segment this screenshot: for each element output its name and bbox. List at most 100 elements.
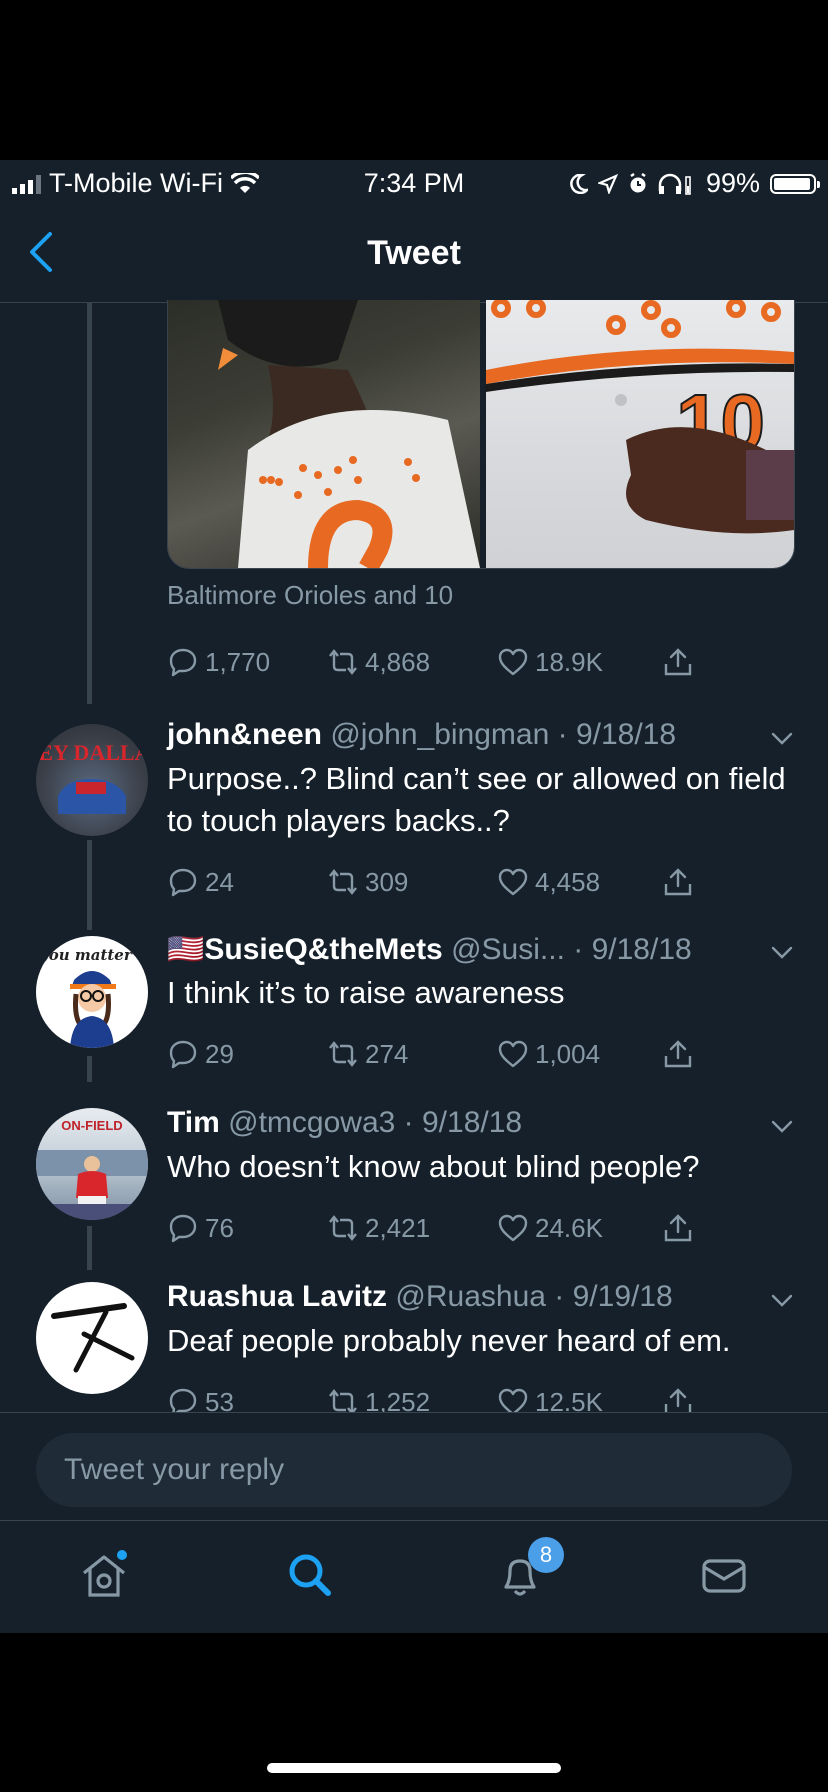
player-back-illustration (218, 300, 480, 568)
retweet-count: 309 (365, 866, 409, 897)
avatar[interactable]: ON-FIELD (36, 1108, 148, 1220)
thread-line (87, 1226, 92, 1270)
avatar[interactable] (36, 1282, 148, 1394)
retweet-button[interactable]: 2,421 (327, 1212, 430, 1244)
reply-button[interactable]: 29 (167, 1038, 234, 1070)
media-caption: Baltimore Orioles and 10 (167, 580, 454, 610)
like-count: 18.9K (535, 646, 603, 677)
retweet-icon (329, 1215, 357, 1241)
reply-header: john&neen @john_bingman · 9/18/18 (167, 718, 677, 751)
share-button[interactable] (662, 646, 694, 678)
tweet-date: 9/18/18 (591, 933, 692, 966)
tweet-media[interactable]: 10 (167, 300, 795, 569)
author-name[interactable]: 🇺🇸SusieQ&theMets (167, 933, 443, 966)
share-icon (664, 648, 692, 676)
avatar-image: you matter (39, 946, 133, 1048)
reply-actions: 29 274 1,004 (167, 1038, 727, 1078)
reply-text: I think it’s to raise awareness (167, 975, 565, 1010)
reply-button[interactable]: 1,770 (167, 646, 270, 678)
share-icon (664, 1040, 692, 1068)
home-indicator[interactable] (267, 1763, 561, 1773)
like-count: 1,004 (535, 1038, 601, 1069)
chevron-down-icon[interactable] (770, 940, 794, 964)
retweet-count: 2,421 (365, 1212, 431, 1243)
notification-badge: 8 (528, 1537, 564, 1573)
chevron-down-icon[interactable] (770, 1114, 794, 1138)
reply-header: 🇺🇸SusieQ&theMets @Susi... · 9/18/18 (167, 933, 692, 966)
share-button[interactable] (662, 1038, 694, 1070)
thread-line (87, 840, 92, 930)
headphones-icon (658, 173, 691, 195)
like-button[interactable]: 18.9K (497, 646, 603, 678)
retweet-count: 4,868 (365, 646, 431, 677)
retweet-icon (329, 649, 357, 675)
status-bar: T-Mobile Wi-Fi 7:34 PM 99% (0, 160, 828, 202)
location-icon (597, 173, 618, 194)
media-photo-jersey-10[interactable]: 10 (486, 300, 794, 568)
like-button[interactable]: 1,004 (497, 1038, 600, 1070)
retweet-icon (329, 869, 357, 895)
like-button[interactable]: 24.6K (497, 1212, 603, 1244)
reply-count: 29 (205, 1038, 234, 1069)
avatar-text: HEY DALLAS (36, 740, 148, 765)
avatar-image (51, 1303, 135, 1373)
tweet-date: 9/19/18 (572, 1280, 673, 1313)
nav-bar: Tweet (0, 202, 828, 303)
battery-percent: 99% (705, 168, 760, 198)
retweet-button[interactable]: 274 (327, 1038, 408, 1070)
author-handle[interactable]: @john_bingman (330, 718, 549, 751)
avatar-image: ON-FIELD (36, 1118, 148, 1220)
retweet-icon (329, 1041, 357, 1067)
reply-input[interactable]: Tweet your reply (36, 1433, 792, 1507)
author-name[interactable]: Ruashua Lavitz (167, 1280, 387, 1313)
heart-icon (498, 1040, 528, 1068)
avatar[interactable]: you matter (36, 936, 148, 1048)
reply-header: Tim @tmcgowa3 · 9/18/18 (167, 1106, 523, 1139)
heart-icon (498, 648, 528, 676)
retweet-count: 274 (365, 1038, 409, 1069)
retweet-button[interactable]: 4,868 (327, 646, 430, 678)
reply-icon (169, 1040, 197, 1069)
jersey-illustration: 10 (486, 300, 794, 534)
reply-count: 24 (205, 866, 234, 897)
avatar-text: ON-FIELD (61, 1118, 122, 1133)
tab-bar: 8 (0, 1520, 828, 1633)
mail-icon[interactable] (698, 1549, 750, 1601)
reply-button[interactable]: 76 (167, 1212, 234, 1244)
like-count: 4,458 (535, 866, 601, 897)
page-title: Tweet (367, 234, 461, 272)
share-icon (664, 868, 692, 896)
author-handle[interactable]: @Susi... (451, 933, 565, 966)
share-button[interactable] (662, 1212, 694, 1244)
thread-line (87, 302, 92, 704)
reply-composer: Tweet your reply (0, 1412, 828, 1513)
reply-text: Purpose..? Blind can’t see or allowed on… (167, 761, 786, 838)
reply-text: Deaf people probably never heard of em. (167, 1323, 731, 1358)
heart-icon (498, 868, 528, 896)
author-name[interactable]: john&neen (167, 718, 322, 751)
search-icon[interactable] (284, 1549, 336, 1601)
heart-icon (498, 1214, 528, 1242)
author-handle[interactable]: @tmcgowa3 (228, 1106, 395, 1139)
moon-icon (570, 173, 588, 194)
alarm-icon (630, 172, 646, 192)
share-icon (664, 1214, 692, 1242)
share-button[interactable] (662, 866, 694, 898)
author-name[interactable]: Tim (167, 1106, 220, 1139)
avatar-image: HEY DALLAS (36, 740, 148, 814)
media-photo-player-back[interactable] (168, 300, 480, 568)
reply-input-placeholder: Tweet your reply (64, 1453, 285, 1486)
author-handle[interactable]: @Ruashua (395, 1280, 546, 1313)
reply-actions: 24 309 4,458 (167, 866, 727, 906)
reply-button[interactable]: 24 (167, 866, 234, 898)
retweet-button[interactable]: 309 (327, 866, 408, 898)
status-icons: 99% (570, 168, 820, 199)
like-button[interactable]: 4,458 (497, 866, 600, 898)
avatar[interactable]: HEY DALLAS (36, 724, 148, 836)
thread-line (87, 1056, 92, 1082)
chevron-down-icon[interactable] (770, 1288, 794, 1312)
home-icon[interactable] (78, 1549, 130, 1601)
chevron-down-icon[interactable] (770, 726, 794, 750)
reply-actions: 76 2,421 24.6K (167, 1212, 727, 1252)
tweet-date: 9/18/18 (575, 718, 677, 751)
